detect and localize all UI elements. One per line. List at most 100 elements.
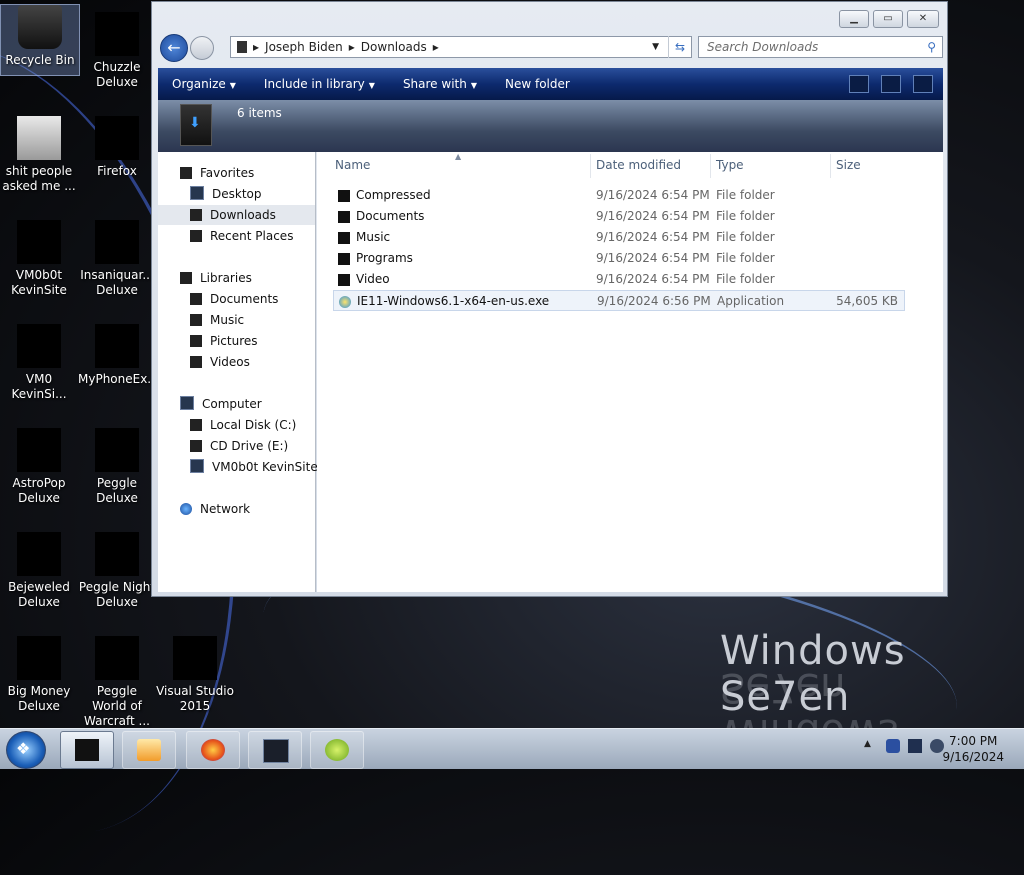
network-icon[interactable] [908,739,922,753]
nav-label: CD Drive (E:) [210,439,289,453]
file-row[interactable]: Compressed 9/16/2024 6:54 PM File folder [333,185,905,206]
file-row[interactable]: Music 9/16/2024 6:54 PM File folder [333,227,905,248]
forward-button[interactable] [190,36,214,60]
nav-computer[interactable]: Computer [180,394,262,414]
monitor-icon [263,739,289,763]
desktop-icon-firefox[interactable]: Firefox [78,116,156,179]
nav-label: Music [210,313,245,327]
column-header-size[interactable]: Size [836,158,861,174]
column-divider[interactable] [830,154,831,178]
chevron-down-icon: ▼ [229,81,236,90]
desktop-icon-insaniquarium[interactable]: Insaniquar... Deluxe [78,220,156,298]
bejeweled-icon [17,532,61,576]
desktop-icon-chuzzle[interactable]: Chuzzle Deluxe [78,12,156,90]
minimize-button[interactable]: ▁ [839,10,869,28]
desktop-icon-bejeweled[interactable]: Bejeweled Deluxe [0,532,78,610]
maximize-button[interactable]: ▭ [873,10,903,28]
share-with-button[interactable]: Share with ▼ [403,77,477,91]
clock[interactable]: 7:00 PM 9/16/2024 [942,733,1004,765]
file-row[interactable]: Documents 9/16/2024 6:54 PM File folder [333,206,905,227]
navigation-pane: Favorites Desktop Downloads Recent Place… [158,152,318,592]
taskbar-explorer-button[interactable] [60,731,114,769]
new-folder-button[interactable]: New folder [505,77,570,91]
music-icon [190,314,202,326]
file-name: IE11-Windows6.1-x64-en-us.exe [357,294,550,308]
clock-time: 7:00 PM [949,734,998,748]
nav-label: Libraries [200,271,252,285]
desktop-icon-big-money[interactable]: Big Money Deluxe [0,636,78,714]
breadcrumb-separator: ▸ [348,40,355,54]
chevron-down-icon: ▼ [368,81,375,90]
desktop-icon-vm0-kevinsite[interactable]: VM0 KevinSi... [0,324,78,402]
column-header-type[interactable]: Type [716,158,744,174]
folder-icon [17,116,61,160]
file-row[interactable]: Video 9/16/2024 6:54 PM File folder [333,269,905,290]
column-header-name[interactable]: Name [335,158,370,174]
taskbar-media-player-button[interactable] [122,731,176,769]
desktop-icon-vm0b0t-kevinsite[interactable]: VM0b0t KevinSite [0,220,78,298]
nav-label: Local Disk (C:) [210,418,297,432]
nav-label: Computer [202,397,262,411]
nav-favorites[interactable]: Favorites [180,163,254,183]
change-view-icon[interactable] [849,75,869,93]
share-label: Share with [402,77,467,91]
folder-icon [338,211,350,223]
nav-vm-kevinsite[interactable]: VM0b0t KevinSite [190,457,318,477]
nav-videos[interactable]: Videos [190,352,250,372]
column-divider[interactable] [590,154,591,178]
desktop-icon-myphoneexplorer[interactable]: MyPhoneEx... [78,324,159,387]
preview-pane-icon[interactable] [881,75,901,93]
nav-music[interactable]: Music [190,310,244,330]
organize-button[interactable]: Organize ▼ [172,77,236,91]
desktop-icon-astropop[interactable]: AstroPop Deluxe [0,428,78,506]
desktop-icon-shit-people[interactable]: shit people asked me ... [0,116,78,194]
breadcrumb-separator: ▸ [432,40,439,54]
desktop-icon-peggle-deluxe[interactable]: Peggle Deluxe [78,428,156,506]
address-bar[interactable]: ▸ Joseph Biden ▸ Downloads ▸ ▼ [230,36,692,58]
search-icon[interactable]: ⚲ [927,37,936,57]
column-header-date[interactable]: Date modified [596,158,681,174]
show-hidden-icons-icon[interactable]: ▲ [864,739,878,753]
chuzzle-icon [95,12,139,56]
desktop-icon-label: MyPhoneEx... [78,372,159,386]
breadcrumb-item-downloads[interactable]: Downloads [361,40,427,54]
nav-pictures[interactable]: Pictures [190,331,258,351]
nav-network[interactable]: Network [180,499,250,519]
close-button[interactable]: ✕ [907,10,939,28]
nav-downloads[interactable]: Downloads [158,205,315,225]
file-row[interactable]: Programs 9/16/2024 6:54 PM File folder [333,248,905,269]
nav-desktop[interactable]: Desktop [190,184,262,204]
taskbar-firefox-button[interactable] [186,731,240,769]
sort-ascending-icon: ▲ [455,152,462,161]
desktop-icon-label: Recycle Bin [5,53,75,67]
firefox-icon [201,739,225,761]
start-button[interactable]: ❖ [6,731,46,769]
back-button[interactable]: ← [160,34,188,62]
nav-local-disk[interactable]: Local Disk (C:) [190,415,296,435]
desktop-icon-recycle-bin[interactable]: Recycle Bin [0,4,80,76]
desktop-icon-visual-studio[interactable]: Visual Studio 2015 [156,636,234,714]
search-input[interactable]: Search Downloads ⚲ [698,36,943,58]
nav-label: Videos [210,355,250,369]
nav-recent-places[interactable]: Recent Places [190,226,293,246]
nav-documents[interactable]: Documents [190,289,278,309]
myphoneexplorer-icon [95,324,139,368]
desktop-icon-label: Peggle Deluxe [96,476,138,505]
nav-cd-drive[interactable]: CD Drive (E:) [190,436,288,456]
help-icon[interactable] [913,75,933,93]
desktop-icon-label: Insaniquar... Deluxe [80,268,154,297]
desktop-icon-peggle-nights[interactable]: Peggle Night Deluxe [78,532,156,610]
nav-libraries[interactable]: Libraries [180,268,252,288]
security-shield-icon[interactable] [886,739,900,753]
taskbar-app-w-button[interactable] [310,731,364,769]
include-in-library-button[interactable]: Include in library ▼ [264,77,375,91]
file-row-selected[interactable]: IE11-Windows6.1-x64-en-us.exe 9/16/2024 … [333,290,905,311]
column-divider[interactable] [710,154,711,178]
desktop-icon-peggle-wow[interactable]: Peggle World of Warcraft ... [78,636,156,729]
nav-label: Favorites [200,166,255,180]
nav-label: VM0b0t KevinSite [212,460,318,474]
taskbar-display-button[interactable] [248,731,302,769]
breadcrumb-item-user[interactable]: Joseph Biden [265,40,343,54]
address-dropdown-icon[interactable]: ▼ [652,42,659,52]
refresh-button[interactable]: ⇆ [668,36,691,58]
